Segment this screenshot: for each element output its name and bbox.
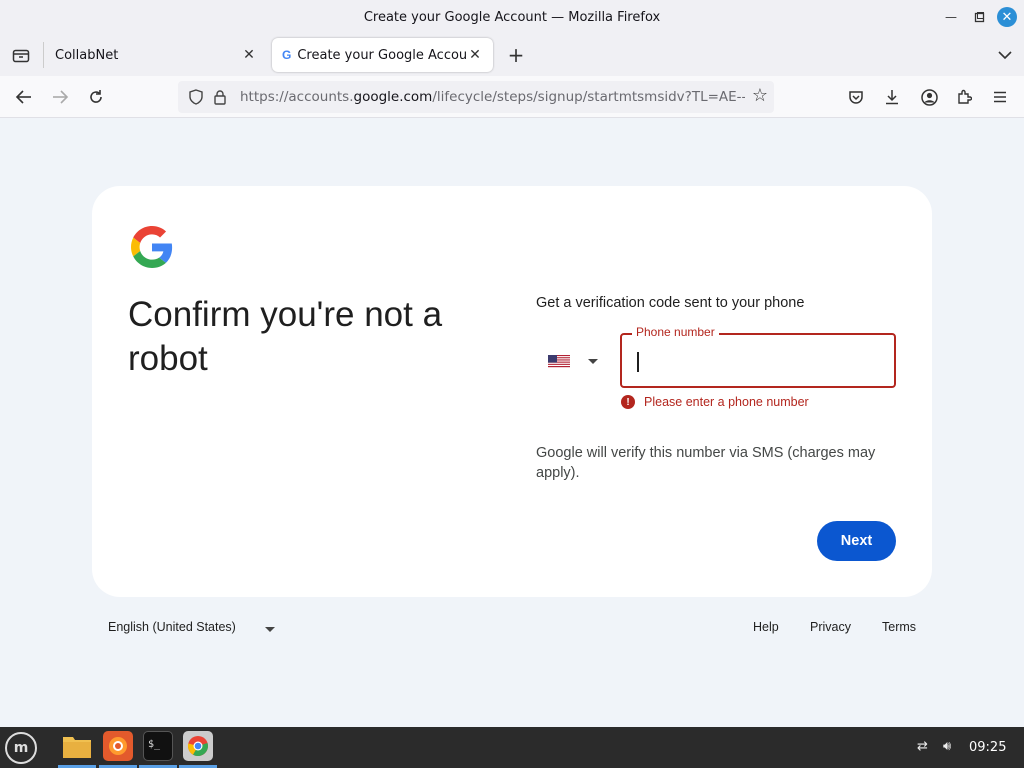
window-titlebar: Create your Google Account — Mozilla Fir… xyxy=(0,0,1024,34)
download-icon[interactable] xyxy=(879,84,905,110)
phone-error-message: ! Please enter a phone number xyxy=(621,395,809,409)
google-logo-icon xyxy=(131,226,173,268)
next-button[interactable]: Next xyxy=(817,521,896,561)
close-tab-icon[interactable]: ✕ xyxy=(467,47,483,63)
url-text[interactable]: https://accounts.google.com/lifecycle/st… xyxy=(240,89,745,105)
terminal-icon[interactable]: $_ xyxy=(143,731,173,761)
volume-icon[interactable]: 🔊︎ xyxy=(943,739,951,754)
sms-charges-note: Google will verify this number via SMS (… xyxy=(536,445,876,481)
forward-icon[interactable] xyxy=(47,84,73,110)
chevron-down-icon[interactable] xyxy=(265,627,275,632)
maximize-icon[interactable] xyxy=(969,7,989,27)
taskbar: m $_ ⇄ 🔊︎ 09:25 xyxy=(0,727,1024,768)
error-text: Please enter a phone number xyxy=(644,395,809,409)
signup-card: Confirm you're not a robot Get a verific… xyxy=(92,186,932,597)
tab-create-google-account[interactable]: G Create your Google Account ✕ xyxy=(272,38,493,72)
language-label: English (United States) xyxy=(108,620,236,634)
tab-separator xyxy=(43,42,44,68)
url-path: /lifecycle/steps/signup/startmtsmsidv?TL… xyxy=(432,89,745,105)
lock-icon[interactable] xyxy=(208,85,232,109)
text-cursor xyxy=(637,352,639,372)
google-favicon-icon: G xyxy=(282,48,292,62)
tab-strip: CollabNet ✕ G Create your Google Account… xyxy=(0,34,1024,76)
close-window-icon[interactable]: ✕ xyxy=(997,7,1017,27)
start-menu-icon[interactable]: m xyxy=(5,732,37,764)
menu-icon[interactable] xyxy=(987,84,1013,110)
network-icon[interactable]: ⇄ xyxy=(917,739,928,754)
address-bar[interactable]: https://accounts.google.com/lifecycle/st… xyxy=(178,81,774,113)
error-icon: ! xyxy=(621,395,635,409)
url-domain: google.com xyxy=(353,89,433,105)
help-link[interactable]: Help xyxy=(753,620,779,634)
account-icon[interactable] xyxy=(916,84,942,110)
language-selector[interactable]: English (United States) xyxy=(108,620,236,634)
files-icon[interactable] xyxy=(62,731,92,761)
verification-subtitle: Get a verification code sent to your pho… xyxy=(536,295,805,311)
privacy-link[interactable]: Privacy xyxy=(810,620,851,634)
us-flag-icon xyxy=(548,354,570,368)
terms-link[interactable]: Terms xyxy=(882,620,916,634)
tab-overview-icon[interactable] xyxy=(8,42,34,68)
clock[interactable]: 09:25 xyxy=(969,740,1006,755)
chevron-down-icon[interactable] xyxy=(588,358,598,364)
reload-icon[interactable] xyxy=(83,84,109,110)
page-title: Confirm you're not a robot xyxy=(128,295,443,378)
back-icon[interactable] xyxy=(11,84,37,110)
phone-number-input[interactable] xyxy=(634,343,884,379)
close-tab-icon[interactable]: ✕ xyxy=(241,47,257,63)
phone-number-field[interactable]: Phone number xyxy=(620,325,896,388)
star-icon[interactable]: ☆ xyxy=(752,85,768,106)
minimize-icon[interactable]: — xyxy=(941,7,961,27)
window-title: Create your Google Account — Mozilla Fir… xyxy=(363,9,661,25)
country-selector[interactable] xyxy=(548,346,608,376)
extensions-icon[interactable] xyxy=(951,84,977,110)
tab-label: CollabNet xyxy=(55,47,119,63)
tab-label: Create your Google Account xyxy=(297,47,467,63)
tab-collabnet[interactable]: CollabNet ✕ xyxy=(45,38,267,72)
new-tab-icon[interactable]: + xyxy=(503,42,529,68)
chrome-icon[interactable] xyxy=(183,731,213,761)
phone-number-label: Phone number xyxy=(632,325,719,339)
shield-icon[interactable] xyxy=(184,85,208,109)
navigation-toolbar: https://accounts.google.com/lifecycle/st… xyxy=(0,76,1024,118)
svg-text:$_: $_ xyxy=(148,739,161,750)
chevron-down-icon[interactable] xyxy=(992,42,1018,68)
url-prefix: https://accounts. xyxy=(240,89,354,105)
pocket-icon[interactable] xyxy=(843,84,869,110)
firefox-icon[interactable] xyxy=(103,731,133,761)
